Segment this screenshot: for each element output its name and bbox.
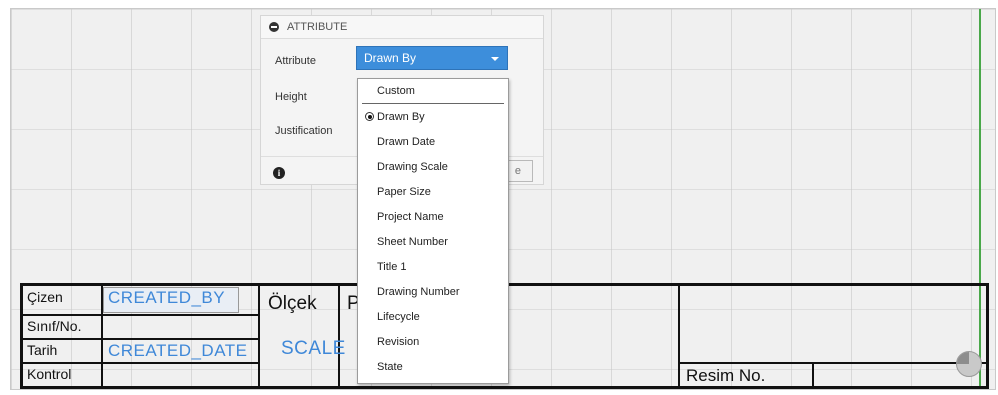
created-date-field[interactable]: CREATED_DATE (108, 341, 248, 361)
dropdown-item-label: Drawing Number (377, 285, 460, 298)
dropdown-item-label: Title 1 (377, 260, 407, 273)
dropdown-item-label: Drawn Date (377, 135, 436, 148)
tb-row-line (678, 362, 988, 364)
collapse-circle-icon[interactable] (269, 22, 279, 32)
vertical-guide-line (979, 9, 981, 389)
dropdown-item-project-name[interactable]: Project Name (358, 204, 508, 229)
attribute-dropdown-list: Custom Drawn By Drawn Date Drawing Scale… (357, 78, 509, 384)
dropdown-item-label: State (377, 360, 403, 373)
dropdown-item-state[interactable]: State (358, 354, 508, 379)
tb-divider (678, 283, 680, 389)
chevron-down-icon (491, 57, 499, 61)
dropdown-item-paper-size[interactable]: Paper Size (358, 179, 508, 204)
dropdown-item-label: Sheet Number (377, 235, 448, 248)
attribute-select[interactable]: Drawn By (356, 46, 508, 70)
tb-left-border (20, 283, 23, 389)
justification-label: Justification (275, 125, 333, 137)
kontrol-label: Kontrol (27, 366, 72, 382)
dropdown-item-lifecycle[interactable]: Lifecycle (358, 304, 508, 329)
dropdown-item-title-1[interactable]: Title 1 (358, 254, 508, 279)
dropdown-item-drawing-number[interactable]: Drawing Number (358, 279, 508, 304)
dropdown-item-sheet-number[interactable]: Sheet Number (358, 229, 508, 254)
dropdown-item-drawing-scale[interactable]: Drawing Scale (358, 154, 508, 179)
panel-title: ATTRIBUTE (287, 21, 348, 33)
sinif-label: Sınıf/No. (27, 318, 82, 334)
partially-hidden-button-label: e (514, 165, 521, 177)
dropdown-item-label: Project Name (377, 210, 444, 223)
tb-row-line (20, 338, 260, 340)
pie-progress-icon (956, 351, 982, 377)
attribute-label: Attribute (275, 55, 316, 67)
tb-divider (338, 283, 340, 389)
olcek-label: Ölçek (268, 293, 317, 314)
dropdown-item-revision[interactable]: Revision (358, 329, 508, 354)
dropdown-item-label: Drawing Scale (377, 160, 448, 173)
panel-header[interactable]: ATTRIBUTE (261, 16, 543, 39)
radio-selected-icon (365, 112, 374, 121)
dropdown-item-label: Drawn By (377, 110, 425, 123)
dropdown-item-label: Custom (377, 85, 415, 97)
attribute-select-value: Drawn By (364, 51, 417, 65)
tb-row-line (20, 362, 260, 364)
tb-bottom-border (20, 386, 988, 389)
tb-divider (258, 283, 260, 389)
tb-right-border (986, 283, 989, 389)
tb-divider (812, 364, 814, 388)
tb-row-line (20, 314, 260, 316)
dropdown-item-drawn-date[interactable]: Drawn Date (358, 129, 508, 154)
cizen-label: Çizen (27, 289, 63, 305)
created-by-field[interactable]: CREATED_BY (108, 288, 225, 308)
dropdown-item-label: Paper Size (377, 185, 431, 198)
dropdown-item-label: Lifecycle (377, 310, 420, 323)
dropdown-item-label: Revision (377, 335, 420, 348)
resim-no-label: Resim No. (686, 366, 766, 385)
dropdown-item-custom[interactable]: Custom (362, 79, 504, 104)
tarih-label: Tarih (27, 342, 58, 358)
scale-field[interactable]: SCALE (281, 338, 346, 360)
info-icon[interactable]: i (273, 167, 285, 179)
height-label: Height (275, 91, 307, 103)
dropdown-item-drawn-by[interactable]: Drawn By (358, 104, 508, 129)
